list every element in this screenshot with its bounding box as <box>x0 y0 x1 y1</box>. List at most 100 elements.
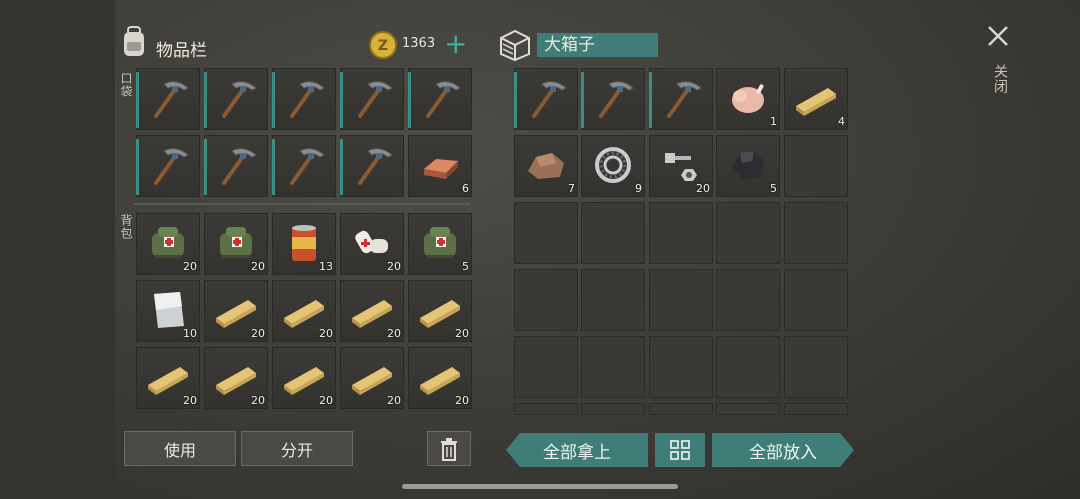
inventory-slot[interactable] <box>204 135 268 197</box>
empty-slot[interactable] <box>784 135 848 197</box>
pickaxe-icon <box>144 141 192 189</box>
inventory-slot[interactable]: 20 <box>649 135 713 197</box>
empty-slot[interactable] <box>784 202 848 264</box>
empty-slot[interactable] <box>784 269 848 331</box>
backpack-icon <box>116 24 152 60</box>
item-count: 20 <box>455 327 469 340</box>
pickaxe-icon <box>280 141 328 189</box>
inventory-slot[interactable]: 20 <box>136 213 200 275</box>
inventory-slot[interactable] <box>204 68 268 130</box>
empty-slot[interactable] <box>716 336 780 398</box>
empty-slot[interactable] <box>784 336 848 398</box>
item-count: 5 <box>462 260 469 273</box>
use-button[interactable]: 使用 <box>124 431 236 466</box>
inventory-slot[interactable]: 5 <box>716 135 780 197</box>
inventory-slot[interactable] <box>649 68 713 130</box>
inventory-slot[interactable]: 20 <box>340 280 404 342</box>
inventory-slot[interactable]: 7 <box>514 135 578 197</box>
empty-slot[interactable] <box>514 336 578 398</box>
inventory-slot[interactable]: 9 <box>581 135 645 197</box>
empty-slot[interactable] <box>514 202 578 264</box>
inventory-slot[interactable]: 20 <box>272 280 336 342</box>
item-count: 6 <box>462 182 469 195</box>
item-count: 20 <box>183 394 197 407</box>
inventory-slot[interactable]: 20 <box>408 280 472 342</box>
item-count: 9 <box>635 182 642 195</box>
empty-slot[interactable] <box>716 202 780 264</box>
empty-slot[interactable] <box>649 336 713 398</box>
svg-text:Z: Z <box>378 38 388 54</box>
inventory-slot[interactable]: 10 <box>136 280 200 342</box>
inventory-slot[interactable]: 20 <box>272 347 336 409</box>
inventory-slot[interactable]: 1 <box>716 68 780 130</box>
inventory-slot[interactable]: 5 <box>408 213 472 275</box>
item-count: 4 <box>838 115 845 128</box>
empty-slot[interactable] <box>716 269 780 331</box>
inventory-slot[interactable]: 20 <box>204 280 268 342</box>
inventory-slot[interactable]: 4 <box>784 68 848 130</box>
empty-slot[interactable] <box>649 269 713 331</box>
inventory-slot[interactable]: 20 <box>204 347 268 409</box>
empty-slot[interactable] <box>514 403 578 415</box>
inventory-slot[interactable]: 20 <box>204 213 268 275</box>
item-count: 20 <box>251 394 265 407</box>
empty-slot[interactable] <box>784 403 848 415</box>
inventory-slot[interactable]: 6 <box>408 135 472 197</box>
split-button[interactable]: 分开 <box>241 431 353 466</box>
pickaxe-icon <box>522 74 570 122</box>
pocket-label: 口袋 <box>119 72 133 98</box>
inventory-slot[interactable] <box>408 68 472 130</box>
inventory-slot[interactable] <box>136 68 200 130</box>
trash-button[interactable] <box>427 431 471 466</box>
coin-count: 1363 <box>402 36 436 51</box>
put-all-button[interactable]: 全部放入 <box>712 433 854 467</box>
pickaxe-icon <box>416 74 464 122</box>
chest-title: 大箱子 <box>537 33 658 57</box>
pickaxe-icon <box>348 141 396 189</box>
inventory-slot[interactable] <box>272 68 336 130</box>
inventory-slot[interactable]: 20 <box>340 213 404 275</box>
inventory-slot[interactable]: 20 <box>340 347 404 409</box>
wood-plank-icon <box>792 74 840 122</box>
trash-icon <box>441 437 457 461</box>
empty-slot[interactable] <box>581 269 645 331</box>
inventory-slot[interactable] <box>581 68 645 130</box>
item-count: 5 <box>770 182 777 195</box>
item-count: 13 <box>319 260 333 273</box>
empty-slot[interactable] <box>716 403 780 415</box>
empty-slot[interactable] <box>581 202 645 264</box>
pickaxe-icon <box>280 74 328 122</box>
inventory-slot[interactable] <box>514 68 578 130</box>
item-count: 20 <box>387 260 401 273</box>
grid-sort-icon <box>670 440 690 460</box>
inventory-slot[interactable]: 20 <box>136 347 200 409</box>
add-coins-button[interactable]: + <box>444 30 468 58</box>
inventory-slot[interactable] <box>340 135 404 197</box>
inventory-slot[interactable]: 20 <box>408 347 472 409</box>
bearing-icon <box>589 141 637 189</box>
inventory-slot[interactable]: 13 <box>272 213 336 275</box>
coin-icon: Z <box>368 30 398 60</box>
inventory-slot[interactable] <box>136 135 200 197</box>
section-divider <box>134 203 470 205</box>
medkit-bag-icon <box>416 219 464 267</box>
inventory-title: 物品栏 <box>156 41 207 61</box>
backpack-label: 背包 <box>119 214 133 240</box>
take-all-button[interactable]: 全部拿上 <box>506 433 648 467</box>
item-count: 10 <box>183 327 197 340</box>
right-panel-backdrop <box>0 0 115 499</box>
inventory-slot[interactable] <box>272 135 336 197</box>
raw-chicken-icon <box>724 74 772 122</box>
copper-ingot-icon <box>416 141 464 189</box>
empty-slot[interactable] <box>581 403 645 415</box>
item-count: 20 <box>387 394 401 407</box>
sort-button[interactable] <box>655 433 705 467</box>
empty-slot[interactable] <box>514 269 578 331</box>
inventory-slot[interactable] <box>340 68 404 130</box>
empty-slot[interactable] <box>649 202 713 264</box>
close-label: 关闭 <box>992 64 1008 94</box>
empty-slot[interactable] <box>649 403 713 415</box>
empty-slot[interactable] <box>581 336 645 398</box>
close-button[interactable] <box>986 24 1010 48</box>
pickaxe-icon <box>144 74 192 122</box>
